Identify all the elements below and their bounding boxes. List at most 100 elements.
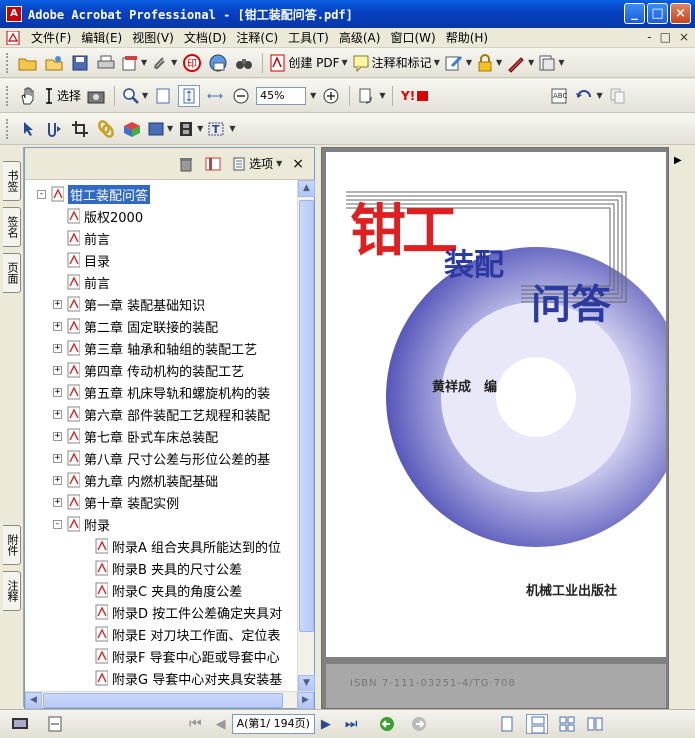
email-button[interactable] bbox=[207, 52, 229, 74]
attach-button[interactable]: ▼ bbox=[151, 52, 177, 74]
page-options-icon[interactable] bbox=[46, 715, 64, 733]
maximize-button[interactable]: □ bbox=[647, 3, 668, 24]
article-tool-button[interactable] bbox=[43, 118, 65, 140]
acrobat-app-icon[interactable]: A bbox=[6, 6, 22, 22]
select-object-button[interactable] bbox=[17, 118, 39, 140]
scroll-down-arrow[interactable]: ▼ bbox=[298, 675, 315, 692]
secure-button[interactable]: ▼ bbox=[476, 52, 502, 74]
zoom-tool-button[interactable]: ▼ bbox=[122, 85, 148, 107]
single-page-icon[interactable] bbox=[498, 715, 516, 733]
snapshot-button[interactable] bbox=[85, 85, 107, 107]
menu-advanced[interactable]: 高级(A) bbox=[334, 29, 386, 46]
sign-button[interactable]: ▼ bbox=[506, 52, 534, 74]
3d-tool-button[interactable] bbox=[121, 118, 143, 140]
menu-file[interactable]: 文件(F) bbox=[26, 29, 76, 46]
movie-tool-button[interactable]: ▼ bbox=[177, 118, 203, 140]
bookmark-item[interactable]: 前言 bbox=[53, 227, 110, 249]
copy-button[interactable] bbox=[607, 85, 629, 107]
review-button[interactable]: ▼ bbox=[444, 52, 472, 74]
bookmark-item[interactable]: 附录D 按工件公差确定夹具对 bbox=[81, 601, 282, 623]
menu-comments[interactable]: 注释(C) bbox=[231, 29, 283, 46]
scroll-left-arrow[interactable]: ◀ bbox=[25, 692, 42, 709]
bookmark-item[interactable]: 附录F 导套中心距或导套中心 bbox=[81, 645, 280, 667]
undo-button[interactable]: ▼ bbox=[574, 85, 603, 107]
create-pdf-button[interactable]: 创建 PDF ▼ bbox=[270, 52, 348, 74]
scroll-up-arrow[interactable]: ▲ bbox=[298, 180, 315, 197]
organizer-button[interactable] bbox=[43, 52, 65, 74]
yahoo-button[interactable]: Y! bbox=[400, 85, 430, 107]
select-text-button[interactable]: 选择 bbox=[43, 85, 81, 107]
doc-restore-button[interactable]: □ bbox=[660, 30, 671, 44]
zoom-dropdown-arrow[interactable]: ▼ bbox=[310, 91, 316, 100]
toolbar-grip[interactable] bbox=[6, 85, 10, 106]
toolbar-grip[interactable] bbox=[6, 118, 10, 139]
pdf-doc-icon[interactable] bbox=[6, 30, 20, 45]
hscroll-thumb[interactable] bbox=[43, 693, 283, 708]
document-view[interactable]: 钳工 装配 问答 黄祥成 编 机械工业出版社 ISBN 7-111-03251-… bbox=[321, 147, 669, 709]
open-button[interactable] bbox=[17, 52, 39, 74]
save-button[interactable] bbox=[69, 52, 91, 74]
menu-window[interactable]: 窗口(W) bbox=[385, 29, 440, 46]
first-page-button[interactable]: ⏮ bbox=[189, 716, 202, 732]
scroll-right-arrow[interactable]: ▶ bbox=[297, 692, 314, 709]
bookmark-item[interactable]: + 第二章 固定联接的装配 bbox=[53, 315, 218, 337]
bookmark-item[interactable]: + 第十章 装配实例 bbox=[53, 491, 179, 513]
search-button[interactable] bbox=[233, 52, 255, 74]
bookmark-item[interactable]: + 第六章 部件装配工艺规程和装配 bbox=[53, 403, 270, 425]
page-number-input[interactable]: A(第1/ 194页) bbox=[231, 714, 315, 734]
last-page-button[interactable]: ⏭ bbox=[345, 716, 358, 732]
options-menu[interactable]: 选项 ▼ bbox=[232, 155, 282, 172]
doc-close-button[interactable]: × bbox=[679, 30, 689, 44]
actual-size-button[interactable] bbox=[152, 85, 174, 107]
bookmark-item[interactable]: + 第九章 内燃机装配基础 bbox=[53, 469, 218, 491]
bookmark-item[interactable]: - 钳工装配问答 bbox=[37, 183, 151, 205]
spell-check-button[interactable]: ABC bbox=[548, 85, 570, 107]
touchup-text-button[interactable]: T ▼ bbox=[207, 118, 235, 140]
scroll-thumb[interactable] bbox=[299, 200, 314, 632]
bookmark-item[interactable]: 附录C 夹具的角度公差 bbox=[81, 579, 242, 601]
tab-pages[interactable]: 页面 bbox=[3, 253, 21, 293]
next-page-button[interactable]: ▶ bbox=[321, 717, 331, 732]
close-panel-button[interactable]: × bbox=[292, 156, 304, 172]
fit-width-button[interactable] bbox=[204, 85, 226, 107]
bookmark-item[interactable]: + 第三章 轴承和轴组的装配工艺 bbox=[53, 337, 257, 359]
expand-toggle[interactable]: + bbox=[53, 387, 62, 397]
rotate-button[interactable]: ▼ bbox=[357, 85, 385, 107]
rectangle-tool-button[interactable]: ▼ bbox=[147, 118, 173, 140]
bookmark-item[interactable]: + 第一章 装配基础知识 bbox=[53, 293, 205, 315]
menu-help[interactable]: 帮助(H) bbox=[441, 29, 493, 46]
expand-toggle[interactable]: + bbox=[53, 299, 62, 309]
bookmark-item[interactable]: 附录B 夹具的尺寸公差 bbox=[81, 557, 242, 579]
screen-view-icon[interactable] bbox=[10, 715, 30, 733]
fit-page-button[interactable] bbox=[178, 84, 201, 107]
tab-signatures[interactable]: 签名 bbox=[3, 207, 21, 247]
toolbar-grip[interactable] bbox=[6, 52, 10, 73]
comment-markup-button[interactable]: 注释和标记 ▼ bbox=[352, 52, 440, 74]
continuous-page-icon[interactable] bbox=[525, 714, 548, 734]
link-tool-button[interactable] bbox=[95, 118, 117, 140]
continuous-facing-icon[interactable] bbox=[586, 715, 604, 733]
bookmark-item[interactable]: 附录G 导套中心对夹具安装基 bbox=[81, 667, 282, 689]
previous-page-button[interactable]: ◀ bbox=[216, 717, 226, 732]
close-button[interactable]: × bbox=[670, 3, 691, 24]
minimize-button[interactable]: _ bbox=[624, 3, 645, 24]
menu-document[interactable]: 文档(D) bbox=[179, 29, 232, 46]
expand-toggle[interactable]: + bbox=[53, 321, 62, 331]
zoom-in-button[interactable] bbox=[320, 85, 342, 107]
menu-view[interactable]: 视图(V) bbox=[127, 29, 179, 46]
bookmark-horizontal-scrollbar[interactable]: ◀ ▶ bbox=[25, 691, 314, 709]
hand-tool-button[interactable] bbox=[17, 85, 39, 107]
print-button[interactable] bbox=[95, 52, 117, 74]
zoom-out-button[interactable] bbox=[230, 85, 252, 107]
collapse-toggle[interactable]: - bbox=[37, 189, 46, 199]
tab-attachments[interactable]: 附件 bbox=[3, 525, 21, 565]
expand-toggle[interactable]: + bbox=[53, 453, 62, 463]
facing-pages-icon[interactable] bbox=[558, 715, 576, 733]
pages-button[interactable]: ▼ bbox=[121, 52, 147, 74]
bookmark-item[interactable]: 附录E 对刀块工作面、定位表 bbox=[81, 623, 280, 645]
bookmark-item[interactable]: + 第八章 尺寸公差与形位公差的基 bbox=[53, 447, 270, 469]
bookmark-item[interactable]: + 第七章 卧式车床总装配 bbox=[53, 425, 218, 447]
go-forward-icon[interactable] bbox=[410, 715, 428, 733]
expand-toggle[interactable]: + bbox=[53, 365, 62, 375]
collapse-toggle[interactable]: - bbox=[53, 519, 62, 529]
